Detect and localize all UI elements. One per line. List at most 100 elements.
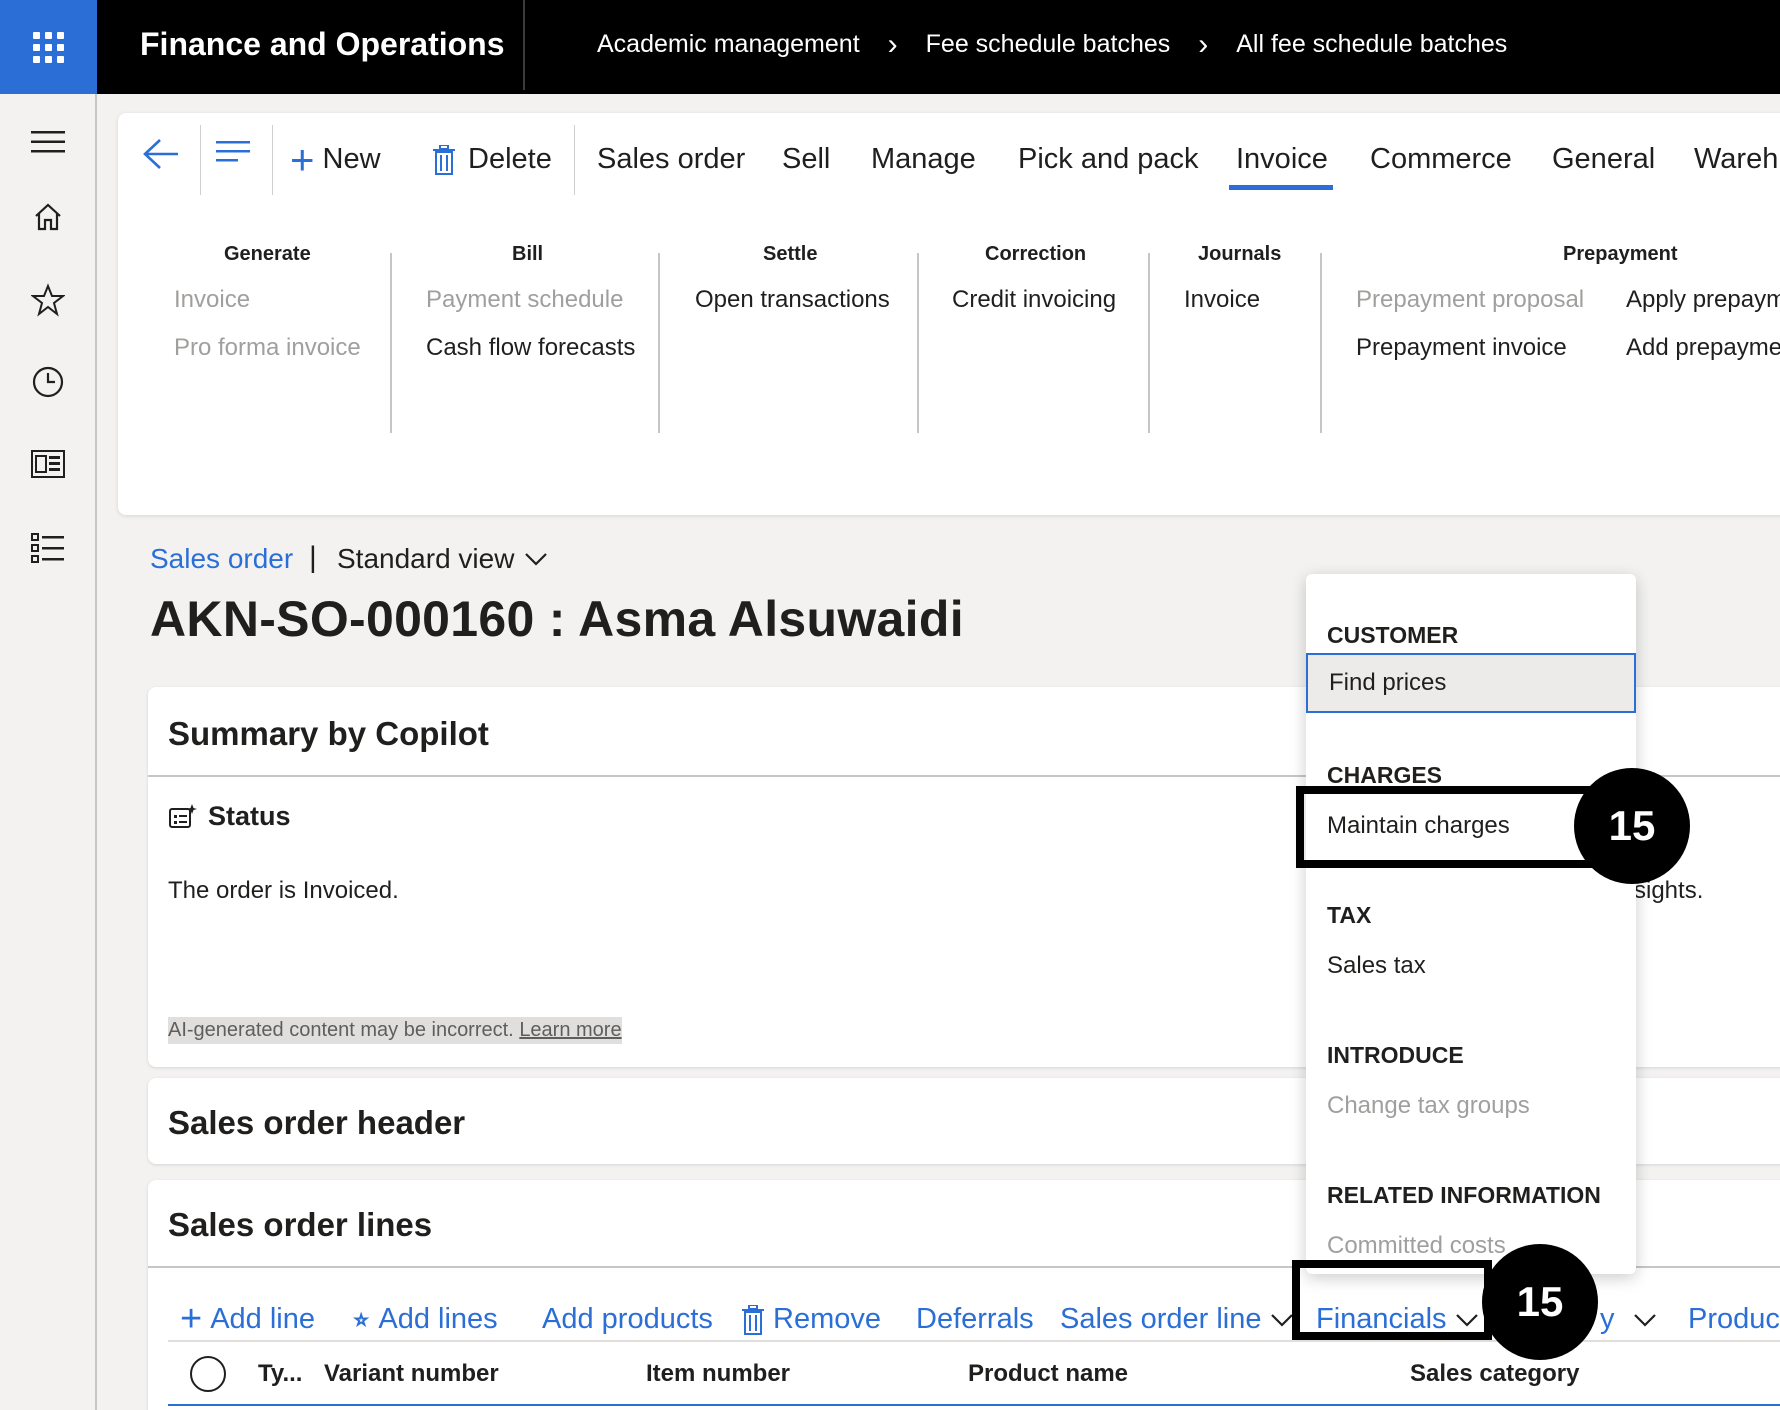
status-label: Status: [208, 801, 291, 831]
financials-dropdown-menu: CUSTOMER Find prices CHARGES Maintain ch…: [1306, 574, 1636, 1274]
step-badge: 15: [1574, 768, 1690, 884]
tab-manage[interactable]: Manage: [871, 143, 976, 176]
menu-section-customer: CUSTOMER: [1327, 622, 1459, 648]
breadcrumb-item[interactable]: All fee schedule batches: [1236, 30, 1507, 59]
status-row: Status: [168, 801, 291, 832]
options-lines-icon[interactable]: [216, 141, 252, 163]
record-title: AKN-SO-000160 : Asma Alsuwaidi: [150, 591, 964, 647]
add-lines-button[interactable]: ⭒ Add lines: [352, 1302, 498, 1336]
back-arrow-icon[interactable]: [142, 137, 180, 171]
cash-flow-forecasts-button[interactable]: Cash flow forecasts: [426, 334, 635, 362]
toolbar-separator: [200, 125, 201, 195]
product-menu[interactable]: Product: [1688, 1303, 1780, 1336]
chevron-right-icon: ›: [887, 28, 898, 61]
toolbar-separator: [272, 125, 273, 195]
add-lines-label: Add lines: [378, 1303, 498, 1335]
breadcrumb-item[interactable]: Academic management: [597, 30, 860, 59]
column-header-variant-number[interactable]: Variant number: [324, 1360, 499, 1388]
app-launcher-button[interactable]: [0, 0, 97, 94]
group-separator: [917, 253, 919, 433]
group-title: Journals: [1198, 243, 1282, 265]
breadcrumb-item[interactable]: Fee schedule batches: [926, 30, 1171, 59]
add-line-button[interactable]: + Add line: [180, 1300, 316, 1338]
select-all-radio[interactable]: [190, 1356, 226, 1392]
topbar-divider: [523, 0, 525, 90]
inventory-label-fragment: y: [1600, 1303, 1615, 1335]
remove-label: Remove: [773, 1303, 881, 1335]
breadcrumb: Academic management › Fee schedule batch…: [597, 28, 1507, 61]
tab-general[interactable]: General: [1552, 143, 1655, 176]
form-name-link[interactable]: Sales order: [150, 543, 293, 575]
clock-icon[interactable]: [28, 362, 68, 402]
left-navigation: [0, 94, 97, 1410]
tab-commerce[interactable]: Commerce: [1370, 143, 1512, 176]
copilot-sparkle-icon: [168, 803, 198, 831]
delete-button-label: Delete: [468, 143, 552, 175]
card-title[interactable]: Sales order header: [168, 1104, 465, 1142]
step-badge: 15: [1482, 1244, 1598, 1360]
apply-prepayment-button[interactable]: Apply prepaym: [1626, 286, 1780, 314]
credit-invoicing-button[interactable]: Credit invoicing: [952, 286, 1116, 314]
menu-section-tax: TAX: [1327, 902, 1372, 928]
card-title[interactable]: Sales order lines: [168, 1206, 432, 1244]
journals-invoice-button[interactable]: Invoice: [1184, 286, 1260, 314]
group-title: Generate: [224, 243, 311, 265]
payment-schedule-button[interactable]: Payment schedule: [426, 286, 623, 314]
column-header-type[interactable]: Ty...: [258, 1360, 302, 1388]
sales-order-line-menu[interactable]: Sales order line: [1060, 1303, 1294, 1336]
deferrals-button[interactable]: Deferrals: [916, 1303, 1034, 1336]
menu-item-sales-tax[interactable]: Sales tax: [1327, 952, 1426, 980]
column-header-item-number[interactable]: Item number: [646, 1360, 790, 1388]
workspace-icon[interactable]: [28, 444, 68, 484]
add-line-label: Add line: [210, 1303, 316, 1335]
group-title: Bill: [512, 243, 544, 265]
menu-item-committed-costs[interactable]: Committed costs: [1327, 1232, 1506, 1260]
generate-invoice-button[interactable]: Invoice: [174, 286, 250, 314]
trash-icon: [741, 1304, 765, 1335]
ai-disclaimer: AI-generated content may be incorrect. L…: [168, 1017, 622, 1044]
tab-pick-and-pack[interactable]: Pick and pack: [1018, 143, 1199, 176]
learn-more-link[interactable]: Learn more: [519, 1019, 621, 1041]
group-separator: [658, 253, 660, 433]
view-selector-label: Standard view: [337, 543, 515, 574]
add-prepayment-button[interactable]: Add prepayme: [1626, 334, 1780, 362]
group-title: Correction: [985, 243, 1087, 265]
prepayment-proposal-button[interactable]: Prepayment proposal: [1356, 286, 1584, 314]
app-title[interactable]: Finance and Operations: [140, 26, 505, 63]
chevron-right-icon: ›: [1198, 28, 1209, 61]
home-icon[interactable]: [28, 197, 68, 237]
sales-order-line-label: Sales order line: [1060, 1303, 1262, 1335]
modules-list-icon[interactable]: [28, 528, 68, 568]
column-header-product-name[interactable]: Product name: [968, 1360, 1128, 1388]
pro-forma-invoice-button[interactable]: Pro forma invoice: [174, 334, 361, 362]
menu-item-change-tax-groups[interactable]: Change tax groups: [1327, 1092, 1530, 1120]
plus-icon: +: [290, 136, 315, 183]
card-title[interactable]: Summary by Copilot: [168, 715, 489, 753]
top-bar: Finance and Operations Academic manageme…: [0, 0, 1780, 94]
tab-warehouse[interactable]: Wareh: [1694, 143, 1778, 176]
hamburger-menu-icon[interactable]: [28, 122, 68, 162]
menu-item-find-prices[interactable]: Find prices: [1306, 653, 1636, 713]
action-pane-tab-strip: + New Delete Sales order Sell Manage Pic…: [118, 113, 1780, 203]
tab-sell[interactable]: Sell: [782, 143, 830, 176]
trash-icon: [432, 144, 456, 175]
star-icon[interactable]: [28, 280, 68, 320]
header-pipe-separator: |: [309, 541, 317, 574]
group-separator: [390, 253, 392, 433]
group-title: Settle: [763, 243, 818, 265]
chevron-down-icon: [1633, 1313, 1657, 1327]
prepayment-invoice-button[interactable]: Prepayment invoice: [1356, 334, 1567, 362]
tab-sales-order[interactable]: Sales order: [597, 143, 745, 176]
column-header-sales-category[interactable]: Sales category: [1410, 1360, 1579, 1388]
add-products-button[interactable]: Add products: [542, 1303, 713, 1336]
status-text: The order is Invoiced.: [168, 877, 399, 904]
tab-invoice[interactable]: Invoice: [1236, 143, 1328, 176]
remove-button[interactable]: Remove: [741, 1303, 881, 1336]
delete-button[interactable]: Delete: [432, 143, 552, 176]
group-separator: [1148, 253, 1150, 433]
new-button[interactable]: + New: [290, 136, 381, 183]
toolbar-separator: [574, 125, 575, 195]
inventory-menu[interactable]: y: [1600, 1303, 1657, 1336]
view-selector[interactable]: Standard view: [337, 543, 548, 575]
open-transactions-button[interactable]: Open transactions: [695, 286, 890, 314]
